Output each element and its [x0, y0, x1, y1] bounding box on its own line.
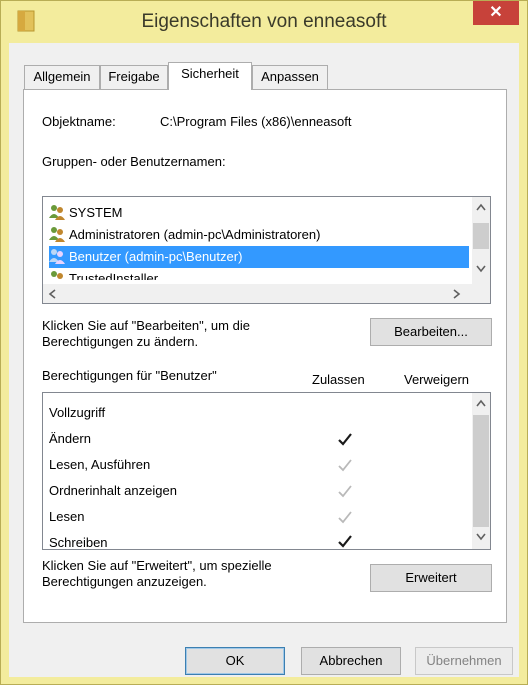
allow-checkmark-icon: [338, 459, 352, 472]
list-item[interactable]: Administratoren (admin-pc\Administratore…: [49, 224, 320, 246]
edit-button[interactable]: Bearbeiten...: [370, 318, 492, 346]
ok-button[interactable]: OK: [185, 647, 285, 675]
apply-button[interactable]: Übernehmen: [415, 647, 513, 675]
groups-horizontal-scrollbar[interactable]: [43, 284, 490, 303]
group-name: Benutzer (admin-pc\Benutzer): [69, 249, 243, 264]
permission-row: Lesen, Ausführen: [49, 457, 151, 472]
scroll-right-icon[interactable]: [453, 289, 461, 299]
scroll-left-icon[interactable]: [48, 289, 56, 299]
object-name-label: Objektname:: [42, 114, 116, 129]
groups-vertical-scrollbar[interactable]: [472, 197, 490, 284]
tab-anpassen[interactable]: Anpassen: [252, 65, 328, 89]
advanced-hint: Klicken Sie auf "Erweitert", um speziell…: [42, 558, 272, 589]
permissions-vertical-scrollbar[interactable]: [472, 393, 490, 549]
tab-freigabe[interactable]: Freigabe: [100, 65, 168, 89]
dialog-client: Allgemein Freigabe Sicherheit Anpassen O…: [9, 43, 519, 677]
users-icon: [49, 227, 65, 242]
groups-label: Gruppen- oder Benutzernamen:: [42, 154, 226, 169]
list-item[interactable]: Benutzer (admin-pc\Benutzer): [49, 246, 469, 268]
advanced-button[interactable]: Erweitert: [370, 564, 492, 592]
permission-row: Schreiben: [49, 535, 108, 549]
permission-row: Ordnerinhalt anzeigen: [49, 483, 177, 498]
list-item[interactable]: TrustedInstaller: [49, 268, 158, 280]
allow-checkmark-icon: [338, 433, 352, 446]
list-item[interactable]: SYSTEM: [49, 202, 122, 224]
properties-window: Eigenschaften von enneasoft ✕ Allgemein …: [0, 0, 528, 685]
tab-sicherheit[interactable]: Sicherheit: [168, 62, 252, 90]
cancel-button[interactable]: Abbrechen: [301, 647, 401, 675]
users-icon: [49, 205, 65, 220]
scroll-down-icon[interactable]: [476, 265, 486, 273]
group-name: Administratoren (admin-pc\Administratore…: [69, 227, 321, 242]
title-bar[interactable]: Eigenschaften von enneasoft ✕: [1, 1, 527, 43]
groups-listbox[interactable]: SYSTEM Administratoren (admin-pc\Adminis…: [42, 196, 491, 304]
scroll-down-icon[interactable]: [476, 533, 486, 541]
allow-checkmark-icon: [338, 535, 352, 548]
scroll-thumb[interactable]: [473, 223, 489, 249]
allow-column-header: Zulassen: [312, 372, 365, 387]
permissions-listbox[interactable]: Vollzugriff Ändern Lesen, Ausführen Ordn…: [42, 392, 491, 550]
permission-row: Ändern: [49, 431, 91, 446]
scroll-up-icon[interactable]: [476, 399, 486, 407]
tab-allgemein[interactable]: Allgemein: [24, 65, 100, 89]
scroll-thumb[interactable]: [473, 415, 489, 527]
users-icon: [51, 271, 63, 279]
deny-column-header: Verweigern: [404, 372, 470, 387]
permission-row: Lesen: [49, 509, 85, 524]
group-name: SYSTEM: [69, 205, 123, 220]
permission-row: Vollzugriff: [49, 405, 106, 420]
security-tab-panel: Objektname: C:\Program Files (x86)\ennea…: [23, 89, 507, 623]
group-name: TrustedInstaller: [69, 271, 159, 280]
close-button[interactable]: ✕: [473, 1, 519, 25]
scroll-up-icon[interactable]: [476, 203, 486, 211]
allow-checkmark-icon: [338, 511, 352, 524]
edit-hint: Klicken Sie auf "Bearbeiten", um die Ber…: [42, 318, 250, 349]
users-icon: [49, 249, 65, 264]
window-title: Eigenschaften von enneasoft: [141, 11, 387, 32]
object-name-value: C:\Program Files (x86)\enneasoft: [160, 114, 352, 129]
permissions-label: Berechtigungen für "Benutzer": [42, 368, 217, 383]
allow-checkmark-icon: [338, 485, 352, 498]
